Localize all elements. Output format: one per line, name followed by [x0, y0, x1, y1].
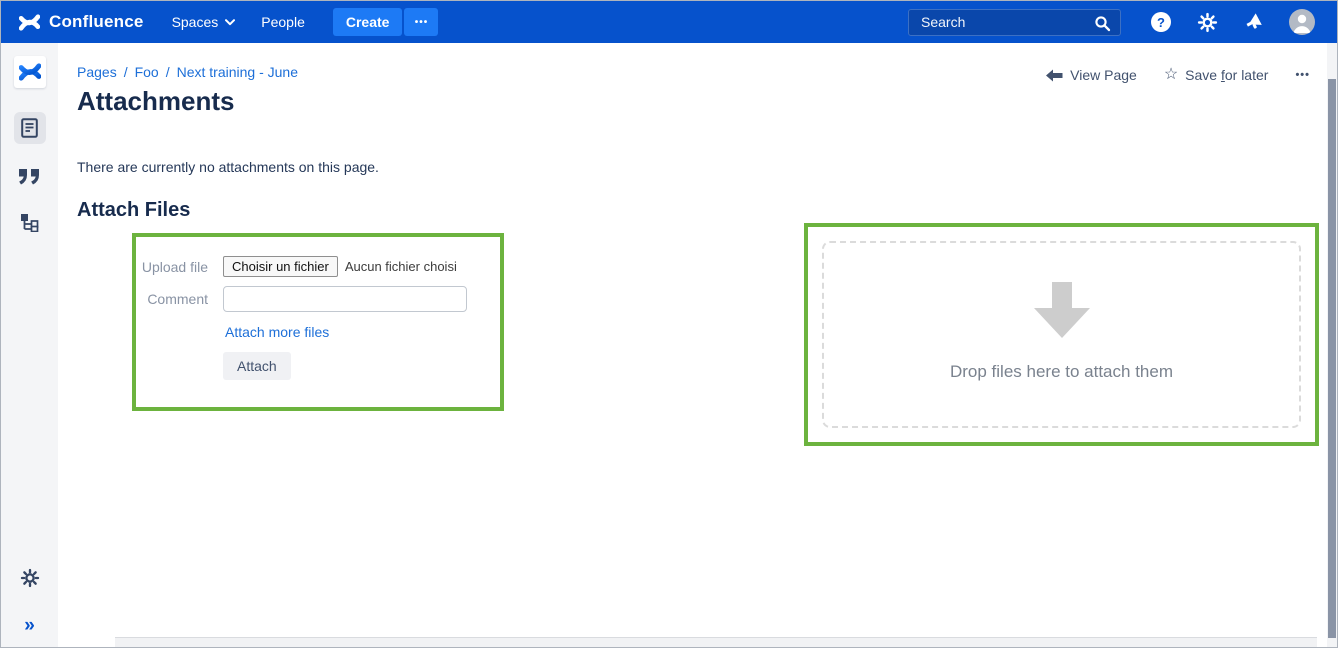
sidebar-item-pages[interactable]: [14, 112, 46, 144]
download-arrow-icon: [1034, 282, 1090, 338]
sidebar-bottom-group: »: [14, 562, 46, 647]
chevron-down-icon: [225, 19, 235, 26]
announcements-button[interactable]: [1244, 12, 1265, 32]
quote-icon: [18, 168, 41, 185]
nav-left-group: Confluence Spaces People Create •••: [1, 8, 438, 36]
attach-button[interactable]: Attach: [223, 352, 291, 380]
vertical-scrollbar[interactable]: [1327, 43, 1337, 647]
comment-input[interactable]: [223, 286, 467, 312]
nav-spaces-label: Spaces: [172, 14, 219, 30]
comment-label: Comment: [136, 291, 208, 307]
view-page-button[interactable]: View Page: [1046, 67, 1137, 83]
page-more-button[interactable]: •••: [1295, 69, 1310, 81]
dropzone-annotation-box: Drop files here to attach them: [804, 223, 1319, 446]
breadcrumb-space-link[interactable]: Foo: [135, 64, 159, 80]
sidebar-item-page-tree[interactable]: [14, 206, 46, 238]
confluence-window: Confluence Spaces People Create •••: [0, 0, 1338, 648]
save-for-later-button[interactable]: ☆ Save for later: [1164, 67, 1269, 83]
space-settings-button[interactable]: [14, 562, 46, 594]
gear-icon: [20, 568, 40, 588]
space-sidebar: »: [1, 43, 58, 647]
breadcrumb-separator: /: [166, 64, 170, 80]
back-arrow-icon: [1046, 69, 1063, 82]
space-logo[interactable]: [14, 56, 46, 88]
breadcrumb: Pages / Foo / Next training - June: [77, 64, 298, 80]
page-title: Attachments: [77, 86, 234, 117]
nav-people-label: People: [261, 14, 305, 30]
breadcrumb-pages-link[interactable]: Pages: [77, 64, 117, 80]
document-icon: [21, 118, 38, 138]
bottom-scroll-strip: [115, 637, 1317, 647]
page-actions: View Page ☆ Save for later •••: [1046, 67, 1310, 83]
space-logo-icon: [19, 61, 41, 83]
help-button[interactable]: ?: [1151, 12, 1171, 32]
scrollbar-thumb[interactable]: [1328, 79, 1336, 638]
user-avatar[interactable]: [1289, 9, 1315, 35]
help-icon: ?: [1151, 12, 1171, 32]
attach-more-files-link[interactable]: Attach more files: [225, 324, 329, 340]
create-more-button[interactable]: •••: [404, 8, 438, 36]
file-dropzone[interactable]: Drop files here to attach them: [822, 241, 1301, 428]
comment-row: Comment: [136, 286, 500, 312]
main-content: Pages / Foo / Next training - June View Page…: [58, 43, 1327, 647]
star-icon: ☆: [1164, 67, 1178, 83]
view-page-label: View Page: [1070, 67, 1137, 83]
expand-sidebar-button[interactable]: »: [24, 616, 35, 635]
save-for-later-label: Save for later: [1185, 67, 1268, 83]
nav-people-link[interactable]: People: [261, 14, 305, 30]
top-navigation: Confluence Spaces People Create •••: [1, 1, 1338, 43]
admin-settings-button[interactable]: [1197, 12, 1218, 33]
gear-icon: [1197, 12, 1218, 33]
search-box[interactable]: [908, 9, 1121, 36]
file-chosen-status: Aucun fichier choisi: [345, 259, 457, 274]
tree-icon: [20, 213, 39, 232]
person-icon: [1289, 9, 1315, 35]
breadcrumb-separator: /: [124, 64, 128, 80]
choose-file-button[interactable]: Choisir un fichier: [223, 256, 338, 277]
search-icon[interactable]: [1094, 15, 1111, 37]
upload-file-row: Upload file Choisir un fichier Aucun fic…: [136, 256, 500, 277]
attach-form-annotation-box: Upload file Choisir un fichier Aucun fic…: [132, 233, 504, 411]
nav-spaces-menu[interactable]: Spaces: [172, 14, 236, 30]
breadcrumb-page-link[interactable]: Next training - June: [177, 64, 298, 80]
no-attachments-message: There are currently no attachments on th…: [77, 159, 379, 175]
confluence-home-link[interactable]: Confluence: [19, 12, 144, 33]
confluence-logo-icon: [19, 12, 40, 33]
nav-right-group: ?: [908, 9, 1338, 36]
create-button[interactable]: Create: [333, 8, 403, 36]
attach-files-heading: Attach Files: [77, 199, 190, 222]
app-name: Confluence: [49, 12, 144, 32]
upload-file-label: Upload file: [136, 259, 208, 275]
sidebar-item-blog[interactable]: [14, 160, 46, 192]
dropzone-message: Drop files here to attach them: [950, 362, 1173, 382]
megaphone-icon: [1244, 12, 1265, 32]
